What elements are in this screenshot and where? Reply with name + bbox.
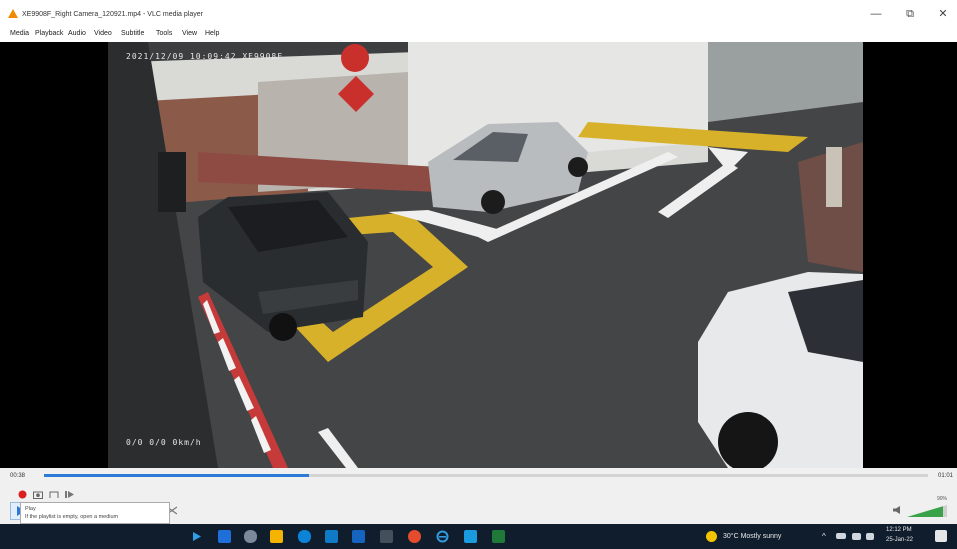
seek-bar[interactable] [44,474,928,477]
close-button[interactable]: ✕ [933,6,953,22]
title-bar: XE9908F_Right Camera_120921.mp4 - VLC me… [0,0,957,28]
frame-step-icon [65,490,74,498]
skype-icon[interactable] [464,530,477,543]
clock-date[interactable]: 25-Jan-22 [886,537,913,543]
excel-icon[interactable] [492,530,505,543]
menu-help[interactable]: Help [205,30,219,37]
speaker-icon [892,506,900,514]
volume-tray-icon[interactable] [866,533,874,540]
camera-icon [33,491,43,499]
mute-button[interactable] [891,504,903,516]
menu-playback[interactable]: Playback [35,30,63,37]
volume-label: 90% [936,496,947,502]
snipping-tool-icon[interactable] [244,530,257,543]
tooltip-title: Play [25,506,36,512]
menu-subtitle[interactable]: Subtitle [121,30,144,37]
loop-ab-button[interactable] [48,488,60,500]
vlc-cone-icon [8,9,18,18]
timestamp-overlay: 2021/12/09 10:09:42 XE9908F [126,52,284,61]
ab-loop-icon [49,491,59,498]
window-title: XE9908F_Right Camera_120921.mp4 - VLC me… [22,11,203,18]
outlook-icon[interactable] [352,530,365,543]
weather-text[interactable]: 30°C Mostly sunny [723,533,781,540]
total-time: 01:01 [937,473,953,479]
tooltip-text: If the playlist is empty, open a medium [25,514,119,520]
video-display[interactable]: 2021/12/09 10:09:42 XE9908F 0/0 0/0 0km/… [0,42,957,468]
store-icon[interactable] [325,530,338,543]
internet-explorer-icon[interactable] [436,530,449,543]
battery-icon[interactable] [852,533,861,540]
volume-slider[interactable]: 90% [907,496,947,517]
network-icon[interactable] [836,533,846,539]
play-tooltip: Play If the playlist is empty, open a me… [20,502,170,524]
snapshot-button[interactable] [32,488,44,500]
windows-taskbar: 30°C Mostly sunny ^ 12:12 PM 25-Jan-22 [0,524,957,549]
menu-audio[interactable]: Audio [68,30,86,37]
dashcam-frame: 2021/12/09 10:09:42 XE9908F 0/0 0/0 0km/… [108,42,863,468]
seek-bar-progress [44,474,310,477]
menu-view[interactable]: View [182,30,197,37]
elapsed-time: 00:38 [10,473,26,479]
record-icon [18,490,26,498]
speed-overlay: 0/0 0/0 0km/h [126,438,202,447]
tray-chevron-icon[interactable]: ^ [822,532,826,541]
menu-media[interactable]: Media [10,30,29,37]
menu-bar: Media Playback Audio Video Subtitle Tool… [0,28,957,42]
media-player-icon[interactable] [190,530,203,543]
clock-time[interactable]: 12:12 PM [886,527,912,533]
menu-tools[interactable]: Tools [156,30,172,37]
menu-video[interactable]: Video [94,30,112,37]
volume-level [907,505,947,517]
edge-browser-icon[interactable] [298,530,311,543]
weather-sun-icon[interactable] [706,531,717,542]
minimize-button[interactable]: — [866,6,886,22]
notification-icon[interactable] [935,530,947,542]
maximize-button[interactable]: ⧉ [900,6,920,22]
chrome-icon[interactable] [408,530,421,543]
messaging-icon[interactable] [380,530,393,543]
task-view-icon[interactable] [218,530,231,543]
frame-step-button[interactable] [64,488,76,500]
file-explorer-icon[interactable] [270,530,283,543]
street-scene-image [108,42,863,468]
record-button[interactable] [16,488,28,500]
